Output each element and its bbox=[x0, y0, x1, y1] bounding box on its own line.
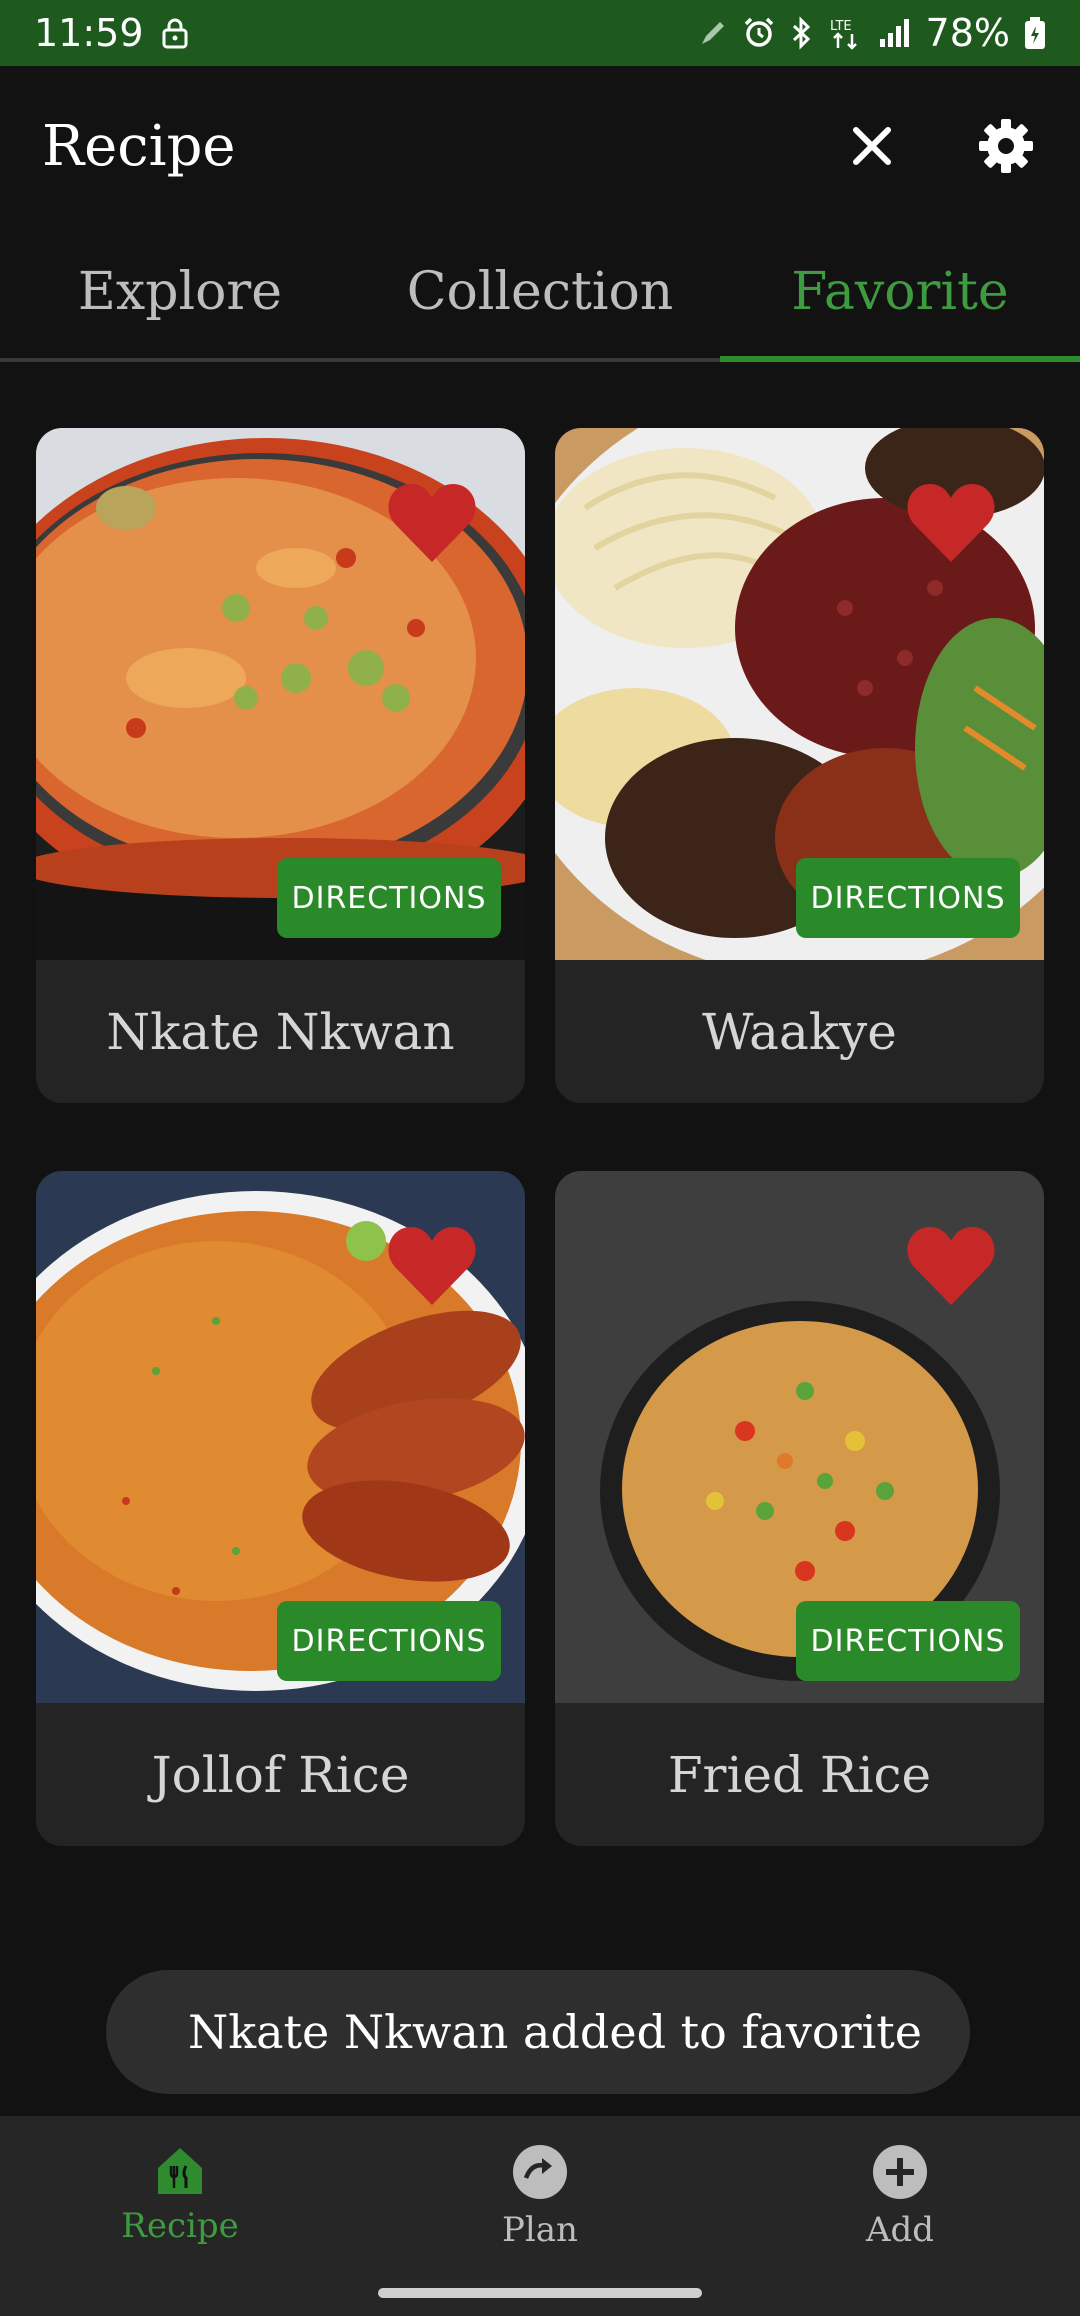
recipe-card-jollof-rice[interactable]: DIRECTIONS Jollof Rice bbox=[36, 1171, 525, 1846]
status-right: LTE 78% bbox=[698, 11, 1046, 55]
app-actions bbox=[840, 114, 1038, 178]
favorite-heart-icon[interactable] bbox=[906, 480, 996, 564]
recipe-title: Fried Rice bbox=[667, 1745, 932, 1804]
alarm-icon bbox=[744, 17, 773, 47]
recipe-image: DIRECTIONS bbox=[36, 428, 525, 960]
directions-button[interactable]: DIRECTIONS bbox=[277, 858, 501, 938]
recipe-title: Jollof Rice bbox=[151, 1745, 410, 1804]
nav-label: Recipe bbox=[121, 2206, 239, 2246]
battery-percent: 78% bbox=[925, 11, 1010, 55]
close-icon bbox=[853, 127, 891, 165]
nav-plan[interactable]: Plan bbox=[360, 2116, 720, 2316]
nav-recipe[interactable]: Recipe bbox=[0, 2116, 360, 2316]
tab-explore[interactable]: Explore bbox=[0, 226, 360, 358]
status-bar: 11:59 LTE 78% bbox=[0, 0, 1080, 66]
home-indicator[interactable] bbox=[378, 2288, 702, 2298]
nav-label: Add bbox=[865, 2210, 935, 2250]
favorite-recipe-grid: DIRECTIONS Nkate Nkwan DIRECTIONS Waakye… bbox=[36, 428, 1044, 1846]
toast-message: Nkate Nkwan added to favorite bbox=[188, 2005, 923, 2059]
bluetooth-icon bbox=[792, 16, 810, 50]
nav-label: Plan bbox=[502, 2210, 578, 2250]
tab-bar: Explore Collection Favorite bbox=[0, 226, 1080, 362]
battery-icon bbox=[1025, 17, 1045, 49]
recipe-app-screen: 11:59 LTE 78% Recipe Explore Collection … bbox=[0, 0, 1080, 2316]
status-left: 11:59 bbox=[34, 11, 188, 55]
bottom-navigation: Recipe Plan Add bbox=[0, 2116, 1080, 2316]
lock-icon bbox=[162, 18, 188, 49]
tab-collection[interactable]: Collection bbox=[360, 226, 720, 358]
svg-text:LTE: LTE bbox=[830, 19, 852, 34]
pencil-icon bbox=[701, 22, 724, 44]
settings-button[interactable] bbox=[974, 114, 1038, 178]
signal-icon bbox=[879, 19, 909, 47]
recipe-card-waakye[interactable]: DIRECTIONS Waakye bbox=[555, 428, 1044, 1103]
recipe-image: DIRECTIONS bbox=[555, 1171, 1044, 1703]
directions-button[interactable]: DIRECTIONS bbox=[277, 1601, 501, 1681]
favorite-heart-icon[interactable] bbox=[387, 480, 477, 564]
recipe-title: Nkate Nkwan bbox=[106, 1002, 455, 1061]
directions-button[interactable]: DIRECTIONS bbox=[796, 1601, 1020, 1681]
recipe-image: DIRECTIONS bbox=[36, 1171, 525, 1703]
directions-button[interactable]: DIRECTIONS bbox=[796, 858, 1020, 938]
app-bar: Recipe bbox=[0, 66, 1080, 226]
status-time: 11:59 bbox=[34, 11, 144, 55]
favorite-heart-icon[interactable] bbox=[906, 1223, 996, 1307]
nav-add[interactable]: Add bbox=[720, 2116, 1080, 2316]
recipe-image: DIRECTIONS bbox=[555, 428, 1044, 960]
recipe-icon bbox=[158, 2148, 202, 2194]
favorite-heart-icon[interactable] bbox=[387, 1223, 477, 1307]
recipe-card-fried-rice[interactable]: DIRECTIONS Fried Rice bbox=[555, 1171, 1044, 1846]
app-title: Recipe bbox=[42, 113, 236, 179]
lte-icon: LTE bbox=[830, 19, 857, 50]
gear-icon bbox=[979, 119, 1033, 173]
plan-icon bbox=[513, 2145, 567, 2199]
recipe-card-nkate-nkwan[interactable]: DIRECTIONS Nkate Nkwan bbox=[36, 428, 525, 1103]
recipe-title: Waakye bbox=[702, 1002, 897, 1061]
close-button[interactable] bbox=[840, 114, 904, 178]
favorite-toast: Nkate Nkwan added to favorite bbox=[106, 1970, 970, 2094]
add-icon bbox=[873, 2145, 927, 2199]
tab-favorite[interactable]: Favorite bbox=[720, 226, 1080, 362]
